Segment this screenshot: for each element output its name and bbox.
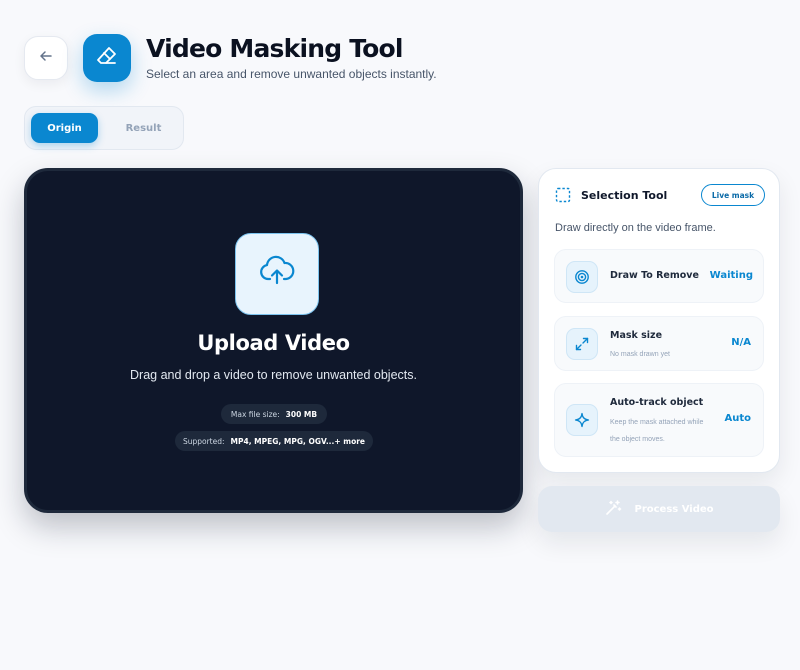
card-subtitle: Keep the mask attached while the object … [610, 419, 704, 443]
upload-description: Drag and drop a video to remove unwanted… [130, 368, 417, 382]
process-video-label: Process Video [634, 503, 714, 515]
card-status: Waiting [709, 270, 753, 281]
process-video-button[interactable]: Process Video [538, 486, 780, 532]
magic-wand-icon [604, 499, 622, 520]
card-title: Auto-track object [610, 397, 704, 408]
panel-title: Selection Tool [581, 189, 668, 202]
supported-value: MP4, MPEG, MPG, OGV...+ more [230, 436, 366, 446]
card-title: Draw To Remove [610, 270, 699, 281]
card-subtitle: No mask drawn yet [610, 351, 670, 358]
upload-button[interactable] [235, 233, 319, 315]
page-subtitle: Select an area and remove unwanted objec… [146, 67, 437, 81]
live-mask-badge[interactable]: Live mask [701, 184, 765, 206]
tab-origin[interactable]: Origin [31, 113, 98, 143]
auto-track-card[interactable]: Auto-track object Keep the mask attached… [554, 383, 764, 457]
selection-panel: Selection Tool Live mask Draw directly o… [538, 168, 780, 473]
max-size-label: Max file size: [230, 409, 280, 419]
card-status: Auto [724, 413, 751, 424]
mask-size-card: Mask size No mask drawn yet N/A [554, 316, 764, 371]
back-button[interactable] [24, 36, 68, 80]
card-title: Mask size [610, 330, 663, 341]
arrow-left-icon [38, 48, 54, 68]
selection-icon [555, 187, 571, 207]
supported-label: Supported: [182, 436, 225, 446]
draw-to-remove-card[interactable]: Draw To Remove Waiting [554, 249, 764, 303]
target-icon [566, 261, 598, 293]
cloud-upload-icon [257, 252, 297, 296]
upload-dropzone[interactable]: Upload Video Drag and drop a video to re… [24, 168, 523, 513]
eraser-icon [95, 44, 119, 72]
sparkle-icon [566, 404, 598, 436]
card-status: N/A [731, 337, 751, 348]
view-tabs: Origin Result [24, 106, 184, 150]
expand-icon [566, 328, 598, 360]
app-logo [83, 34, 131, 82]
max-size-value: 300 MB [285, 409, 318, 419]
panel-description: Draw directly on the video frame. [555, 222, 716, 234]
supported-formats-pill: Supported: MP4, MPEG, MPG, OGV...+ more [175, 431, 373, 451]
max-size-pill: Max file size: 300 MB [221, 404, 327, 424]
tab-result[interactable]: Result [110, 113, 177, 143]
upload-title: Upload Video [197, 331, 350, 355]
page-title: Video Masking Tool [146, 34, 403, 63]
